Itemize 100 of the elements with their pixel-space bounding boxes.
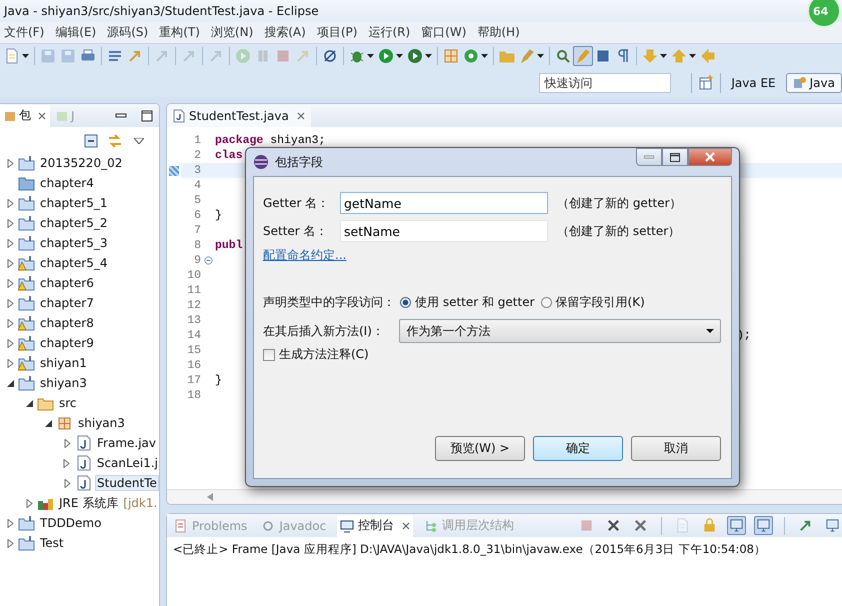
line-number: 11 bbox=[186, 284, 201, 297]
view-icon bbox=[4, 110, 16, 122]
line-number: 5 bbox=[193, 194, 201, 207]
hierarchy-icon bbox=[424, 518, 438, 532]
perspective-button[interactable]: Java EE bbox=[725, 72, 782, 92]
maximize-button[interactable] bbox=[662, 148, 688, 166]
fold-icon[interactable] bbox=[204, 256, 212, 265]
dialog-button[interactable]: 预览(W) > bbox=[435, 436, 525, 461]
line-number: 12 bbox=[186, 299, 201, 312]
menu-item[interactable]: 窗口(W) bbox=[417, 24, 474, 41]
console-icon bbox=[340, 518, 354, 532]
caret-icon bbox=[706, 329, 714, 333]
field-label: Getter 名： bbox=[263, 194, 330, 212]
method-position-dropdown[interactable]: 作为第一个方法 bbox=[399, 319, 721, 343]
name-field[interactable]: getName bbox=[340, 192, 548, 214]
sphere-icon bbox=[253, 154, 269, 170]
menu-item[interactable]: 编辑(E) bbox=[51, 24, 104, 41]
field-label: Setter 名： bbox=[263, 222, 329, 240]
line-number: 1 bbox=[193, 134, 201, 147]
tree-item[interactable]: chapter5_3 bbox=[39, 236, 108, 250]
monitor-icon[interactable] bbox=[754, 516, 773, 535]
tree-item[interactable]: Frame.jav bbox=[96, 436, 157, 450]
close-icon bbox=[705, 152, 715, 162]
tree-item-detail: [jdk1. bbox=[123, 496, 158, 510]
tree-item[interactable]: StudentTe bbox=[96, 476, 158, 490]
tree-item[interactable]: chapter6 bbox=[39, 276, 95, 290]
menu-item[interactable]: 文件(F) bbox=[0, 24, 52, 41]
radio-button[interactable] bbox=[540, 296, 552, 308]
highlighter-icon[interactable] bbox=[573, 46, 593, 66]
tree-item[interactable]: Test bbox=[39, 536, 65, 550]
tree-item[interactable]: ScanLei1.j bbox=[96, 456, 159, 470]
naming-link[interactable]: 配置命名约定... bbox=[263, 247, 346, 264]
line-number: 14 bbox=[186, 329, 201, 342]
line-number: 18 bbox=[186, 389, 201, 402]
line-number: 17 bbox=[186, 374, 201, 387]
line-number: 16 bbox=[186, 359, 201, 372]
menu-item[interactable]: 运行(R) bbox=[364, 24, 418, 41]
close-icon[interactable] bbox=[402, 522, 410, 530]
view-icon bbox=[56, 110, 68, 122]
code-text: } bbox=[215, 374, 222, 387]
name-field[interactable]: setName bbox=[340, 220, 548, 242]
tree-item[interactable]: shiyan1 bbox=[39, 356, 88, 370]
window-title: Java - shiyan3/src/shiyan3/StudentTest.java - Eclipse bbox=[4, 4, 319, 18]
java-file-icon bbox=[173, 109, 185, 123]
tree-item[interactable]: JRE 系统库 bbox=[58, 494, 120, 512]
run-icon[interactable] bbox=[376, 46, 396, 66]
tree-item[interactable]: chapter8 bbox=[39, 316, 95, 330]
console-output: <已終止> Frame [Java 应用程序] D:\JAVA\Java\jdk1.8.0_31\bin\javaw.exe（2015年6月3日 下午10:54:08） bbox=[172, 541, 767, 558]
maximize-icon bbox=[670, 152, 680, 162]
line-number: 10 bbox=[186, 269, 201, 282]
menu-item[interactable]: 项目(P) bbox=[312, 24, 364, 41]
insert-label: 在其后插入新方法(I)： bbox=[263, 322, 385, 340]
line-number: 13 bbox=[186, 314, 201, 327]
checkbox[interactable] bbox=[263, 348, 275, 360]
menu-item[interactable]: 帮助(H) bbox=[473, 24, 527, 41]
perspective-button[interactable]: Java bbox=[786, 72, 842, 92]
tree-item[interactable]: chapter5_2 bbox=[39, 216, 108, 230]
editor-tab[interactable]: StudentTest.java bbox=[167, 105, 311, 127]
close-icon[interactable] bbox=[296, 112, 305, 120]
menu-item[interactable]: 搜索(A) bbox=[260, 24, 313, 41]
tree-item[interactable]: TDDDemo bbox=[39, 516, 102, 530]
maximize-icon[interactable] bbox=[141, 110, 153, 122]
quick-access-field[interactable]: 快速访问 bbox=[539, 72, 672, 92]
dialog-button[interactable]: 取消 bbox=[631, 436, 721, 461]
field-note: （创建了新的 setter） bbox=[557, 222, 680, 240]
radio-button[interactable] bbox=[400, 296, 411, 308]
menu-item[interactable]: 重构(T) bbox=[155, 24, 207, 41]
line-number: 3 bbox=[193, 164, 201, 177]
code-text: shiyan3; bbox=[269, 134, 326, 147]
tree-item[interactable]: chapter4 bbox=[39, 176, 95, 190]
minimize-icon bbox=[644, 155, 654, 159]
view-tab[interactable]: 包 bbox=[0, 104, 50, 126]
tree-item[interactable]: src bbox=[58, 396, 78, 410]
view-tab[interactable]: 控制台 bbox=[337, 514, 414, 536]
line-number: 15 bbox=[186, 344, 201, 357]
line-number: 4 bbox=[193, 179, 201, 192]
dialog-title: 包括字段 bbox=[275, 154, 323, 170]
code-text: package bbox=[215, 134, 264, 147]
close-button[interactable] bbox=[688, 148, 732, 166]
problems-icon bbox=[174, 518, 188, 532]
field-note: （创建了新的 getter） bbox=[557, 194, 682, 212]
menu-item[interactable]: 浏览(N) bbox=[206, 24, 260, 41]
comments-checkbox-row[interactable]: 生成方法注释(C) bbox=[263, 346, 369, 363]
monitor-icon[interactable] bbox=[727, 516, 746, 535]
tree-item[interactable]: shiyan3 bbox=[77, 416, 126, 430]
line-number: 9 bbox=[193, 254, 201, 267]
tree-item[interactable]: chapter5_1 bbox=[39, 196, 108, 210]
code-text: clas bbox=[215, 149, 243, 162]
close-icon[interactable] bbox=[38, 112, 46, 120]
tree-item[interactable]: shiyan3 bbox=[39, 376, 88, 390]
radio-option[interactable]: 保留字段引用(K) bbox=[540, 294, 645, 310]
scroll-left-icon[interactable] bbox=[207, 493, 213, 501]
dialog-button[interactable]: 确定 bbox=[533, 436, 623, 461]
tree-item[interactable]: chapter7 bbox=[39, 296, 95, 310]
line-number: 8 bbox=[193, 239, 201, 252]
radio-option[interactable]: 使用 setter 和 getter bbox=[400, 294, 535, 310]
tree-item[interactable]: 20135220_02 bbox=[39, 156, 124, 170]
tree-item[interactable]: chapter9 bbox=[39, 336, 95, 350]
tree-item[interactable]: chapter5_4 bbox=[39, 256, 108, 270]
menu-item[interactable]: 源码(S) bbox=[103, 24, 156, 41]
